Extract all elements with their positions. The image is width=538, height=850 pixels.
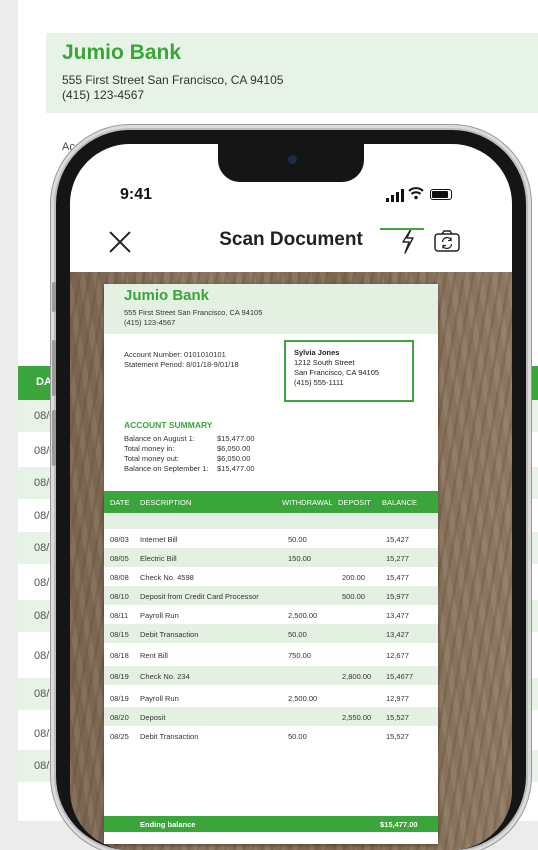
background-bank-name: Jumio Bank <box>62 41 182 64</box>
callout-line <box>380 228 424 230</box>
mute-switch <box>52 282 56 312</box>
table-row: 08/19 Payroll Run 2,500.00 12,977 <box>110 694 409 703</box>
volume-up-button <box>52 340 56 396</box>
camera-switch-icon[interactable] <box>434 230 460 252</box>
volume-down-button <box>52 410 56 466</box>
table-row: 08/15 Debit Transaction 50.00 13,427 <box>104 624 438 643</box>
transactions-header: DATE DESCRIPTION WITHDRAWAL DEPOSIT BALA… <box>104 491 438 513</box>
background-header: Jumio Bank 555 First Street San Francisc… <box>46 33 538 113</box>
table-row: 08/10 Deposit from Credit Card Processor 5… <box>104 586 438 605</box>
status-bar: 9:41 <box>70 144 512 214</box>
notch <box>218 144 364 182</box>
battery-icon <box>430 189 452 200</box>
background-address: 555 First Street San Francisco, CA 94105… <box>62 73 284 102</box>
flash-icon[interactable] <box>398 226 418 256</box>
customer-phone: (415) 555-1111 <box>294 378 344 387</box>
table-row: 08/08 Check No. 4598 200.00 15,477 <box>110 573 409 582</box>
doc-address: 555 First Street San Francisco, CA 94105… <box>124 308 263 327</box>
account-summary: Balance on August 1: $15,477.00 Total mon… <box>124 434 255 473</box>
ending-balance-row: Ending balance $15,477.00 <box>104 816 438 832</box>
doc-bank-name: Jumio Bank <box>124 287 210 304</box>
customer-name: Sylvia Jones <box>294 348 340 357</box>
phone-frame: 9:41 Scan Document Jumio Bank 555 First … <box>56 130 526 850</box>
scanned-document: Jumio Bank 555 First Street San Francisc… <box>104 284 438 844</box>
table-row: 08/18 Rent Bill 750.00 12,677 <box>110 651 409 660</box>
table-row: 08/19 Check No. 234 2,800.00 15,4677 <box>104 666 438 685</box>
table-row: 08/20 Deposit 2,550.00 15,527 <box>104 707 438 726</box>
statement-period: Statement Period: 8/01/18-9/01/18 <box>124 360 239 369</box>
customer-city: San Francisco, CA 94105 <box>294 368 380 377</box>
table-row: 08/25 Debit Transaction 50.00 15,527 <box>110 732 409 741</box>
status-time: 9:41 <box>120 186 153 203</box>
doc-account-info: Account Number: 0101010101 Statement Per… <box>124 350 239 370</box>
detected-address-box: Sylvia Jones 1212 South Street San Franc… <box>284 340 414 402</box>
account-number: Account Number: 0101010101 <box>124 350 226 359</box>
wifi-icon <box>408 186 424 204</box>
summary-title: ACCOUNT SUMMARY <box>124 420 213 430</box>
table-row: 08/11 Payroll Run 2,500.00 13,477 <box>110 611 409 620</box>
customer-street: 1212 South Street <box>294 358 355 367</box>
doc-header: Jumio Bank 555 First Street San Francisc… <box>104 284 438 334</box>
phone-screen: 9:41 Scan Document Jumio Bank 555 First … <box>70 144 512 850</box>
table-row: 08/03 Internet Bill 50.00 15,427 <box>110 535 409 544</box>
table-row: 08/05 Electric Bill 150.00 15,277 <box>104 548 438 567</box>
nav-bar: Scan Document <box>70 214 512 272</box>
